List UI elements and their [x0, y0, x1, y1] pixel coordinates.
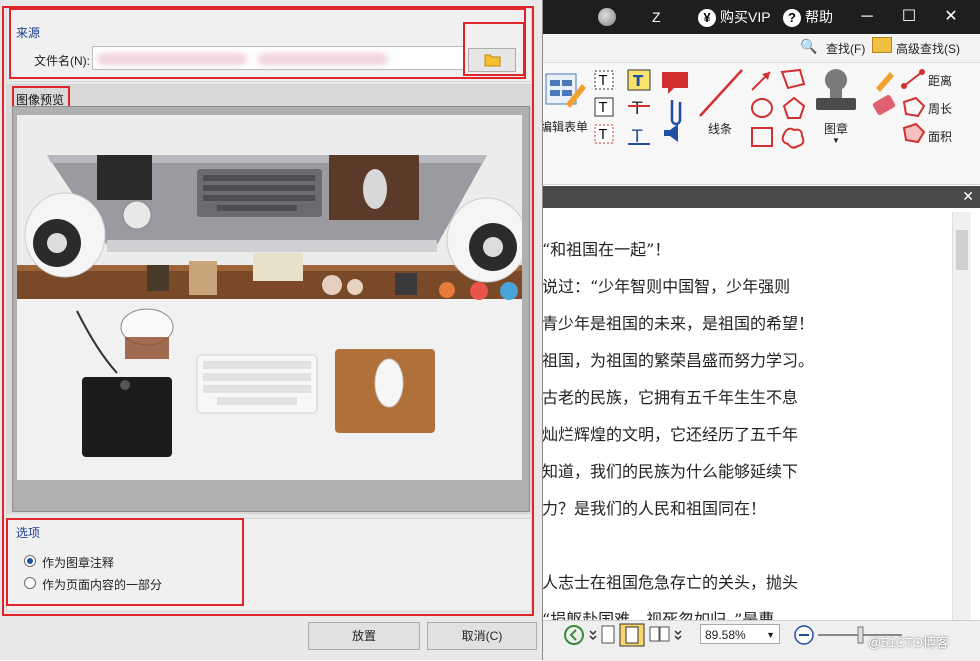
document-tab-bar: ✕ — [542, 186, 980, 208]
folder-find-icon — [872, 37, 892, 53]
doc-line: “和祖国在一起”！ — [542, 240, 671, 259]
line-tool-label[interactable]: 线条 — [708, 120, 732, 137]
find-toolbar: 🔍 查找(F) 高级查找(S) — [542, 34, 980, 63]
z-label[interactable]: Z — [652, 0, 661, 34]
doc-line: 古老的民族，它拥有五千年生生不息 — [542, 388, 799, 407]
zoom-value: 89.58% — [705, 628, 746, 642]
help-icon: ? — [783, 9, 801, 28]
svg-text:T: T — [598, 101, 607, 116]
insert-image-dialog: 来源 文件名(N): 图像预览 选项 作为图章注释 作为页面内容的一部分 放置 … — [0, 0, 543, 660]
text-annotation-icons[interactable]: T T T — [626, 68, 692, 148]
doc-line: “捐躯赴国难，视死忽如归。”是曹 — [542, 610, 775, 620]
zoom-select[interactable]: 89.58% ▼ — [700, 624, 780, 644]
close-window-button[interactable]: ✕ — [934, 0, 968, 34]
chevron-down-icon: ▼ — [766, 630, 775, 640]
edit-form-icon[interactable] — [544, 68, 588, 112]
measure-tools-icons[interactable] — [872, 66, 928, 146]
minimize-button[interactable]: ─ — [850, 0, 884, 34]
line-tool-icon[interactable] — [696, 66, 746, 120]
svg-text:T: T — [631, 99, 643, 119]
svg-text:T: T — [598, 128, 607, 143]
doc-line: 祖国，为祖国的繁荣昌盛而努力学习。 — [542, 351, 815, 370]
highlight-options — [6, 518, 244, 606]
document-scrollbar[interactable] — [952, 212, 971, 620]
help-button[interactable]: ? 帮助 — [783, 0, 833, 34]
doc-line: 人志士在祖国危急存亡的关头，抛头 — [542, 573, 799, 592]
cancel-button[interactable]: 取消(C) — [427, 622, 537, 650]
doc-line: 灿烂辉煌的文明，它还经历了五千年 — [542, 425, 799, 444]
perimeter-label[interactable]: 周长 — [928, 100, 952, 117]
stamp-icon[interactable] — [812, 66, 860, 116]
doc-line: 知道，我们的民族为什么能够延续下 — [542, 462, 799, 481]
maximize-button[interactable]: ☐ — [892, 0, 926, 34]
scrollbar-thumb[interactable] — [956, 230, 968, 270]
place-button[interactable]: 放置 — [308, 622, 420, 650]
stamp-label[interactable]: 图章 — [824, 120, 848, 137]
skin-icon[interactable] — [598, 8, 616, 26]
watermark: @51CTO博客 — [868, 635, 949, 650]
doc-line: 力？是我们的人民和祖国同在！ — [542, 499, 767, 518]
buy-vip-button[interactable]: ¥ 购买VIP — [698, 0, 771, 34]
advanced-find-button[interactable]: 高级查找(S) — [896, 40, 960, 57]
yen-icon: ¥ — [698, 9, 716, 28]
find-button[interactable]: 查找(F) — [826, 40, 865, 57]
shape-tools-icons[interactable] — [748, 66, 808, 150]
page-nav-icons[interactable] — [562, 623, 722, 647]
edit-form-label[interactable]: 编辑表单 — [540, 118, 588, 135]
document-page: “和祖国在一起”！ 说过：“少年智则中国智，少年强则 青少年是祖国的未来，是祖国… — [542, 212, 952, 620]
close-document-icon[interactable]: ✕ — [962, 188, 974, 205]
doc-line: 说过：“少年智则中国智，少年强则 — [542, 277, 791, 296]
stamp-dropdown-icon[interactable]: ▼ — [832, 136, 840, 145]
area-label[interactable]: 面积 — [928, 128, 952, 145]
help-label: 帮助 — [805, 9, 833, 25]
distance-label[interactable]: 距离 — [928, 72, 952, 89]
text-field-icons[interactable]: T T T — [592, 68, 618, 148]
buy-vip-label: 购买VIP — [720, 9, 771, 25]
svg-text:T: T — [633, 72, 644, 90]
doc-line: 青少年是祖国的未来，是祖国的希望！ — [542, 314, 815, 333]
app-titlebar: Z ¥ 购买VIP ? 帮助 ─ ☐ ✕ — [542, 0, 980, 34]
svg-text:T: T — [598, 74, 607, 89]
find-icon: 🔍 — [800, 38, 818, 54]
